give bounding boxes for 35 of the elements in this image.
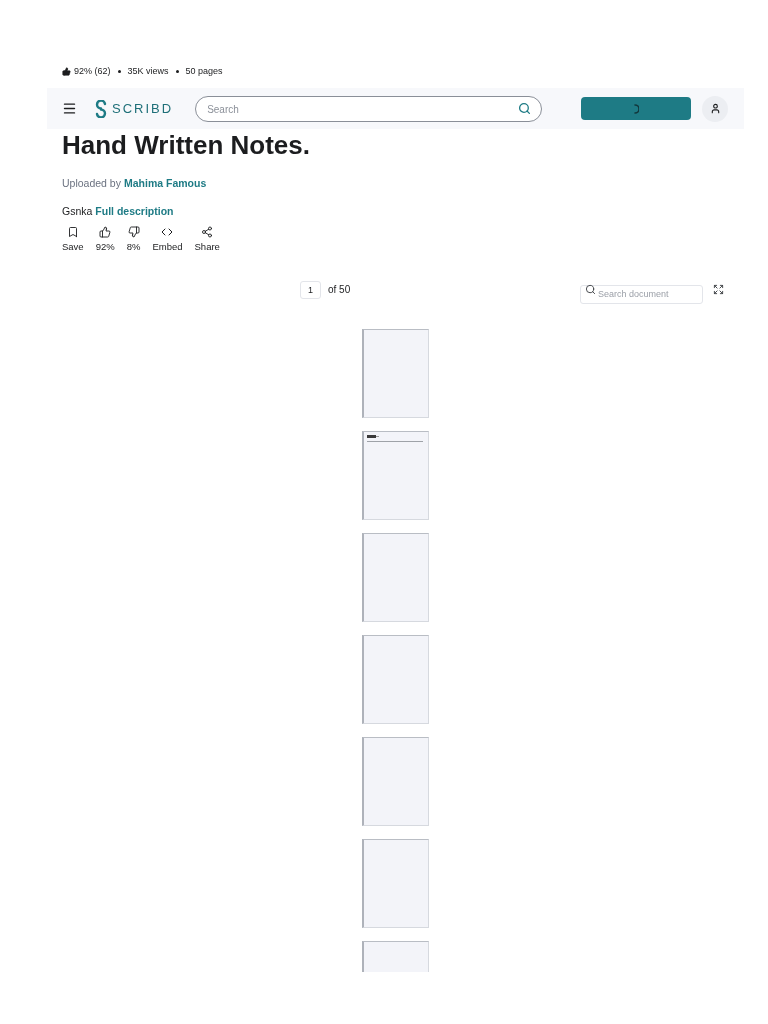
- bookmark-icon: [66, 226, 79, 238]
- rating-text: 92% (62): [74, 65, 111, 77]
- page-total-text: of 50: [328, 283, 351, 297]
- user-icon: [709, 103, 721, 114]
- description-text: Gsnka: [62, 205, 93, 217]
- full-description-link[interactable]: Full description: [95, 205, 174, 217]
- thumbs-down-icon: [127, 226, 140, 238]
- menu-button[interactable]: [62, 101, 77, 116]
- thumbs-up-icon: [99, 226, 112, 238]
- page-number-field[interactable]: 1: [300, 280, 321, 299]
- search-icon: [585, 284, 596, 295]
- embed-action-button[interactable]: Embed: [152, 226, 183, 253]
- search-field[interactable]: Search: [195, 96, 543, 122]
- document-title: Hand Written Notes.: [62, 130, 310, 160]
- thumbs-up-icon: [62, 66, 71, 76]
- account-button[interactable]: [702, 95, 729, 122]
- share-action-button[interactable]: Share: [194, 226, 220, 253]
- expand-icon: [713, 284, 724, 295]
- page-count: 50 pages: [185, 65, 223, 77]
- logo-icon: [95, 99, 107, 118]
- page-heading-drawing: [367, 435, 423, 443]
- uploaded-by-label: Uploaded by: [62, 177, 121, 189]
- save-action-button[interactable]: Save: [62, 226, 84, 253]
- logo-text: SCRIBD: [112, 99, 174, 118]
- like-action-button[interactable]: 92%: [95, 226, 115, 253]
- fullscreen-button[interactable]: [713, 284, 724, 295]
- search-icon: [518, 101, 532, 115]
- menu-icon: [62, 101, 77, 116]
- uploader-link[interactable]: Mahima Famous: [123, 177, 207, 189]
- code-icon: [161, 226, 174, 238]
- share-icon: [201, 226, 214, 238]
- spinner-icon: [633, 103, 639, 114]
- document-search-field[interactable]: Search document: [580, 284, 703, 304]
- views-count: 35K views: [127, 65, 169, 77]
- dislike-action-button[interactable]: 8%: [126, 226, 141, 253]
